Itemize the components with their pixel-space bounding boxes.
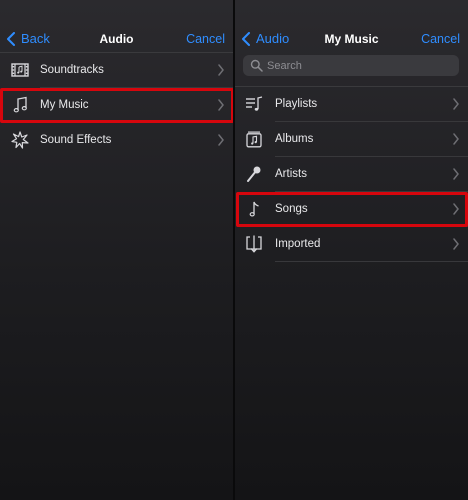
- chevron-right-icon: [218, 134, 224, 146]
- list-item-label: Imported: [275, 238, 321, 250]
- film-strip-icon: [11, 63, 29, 77]
- cancel-button[interactable]: Cancel: [186, 32, 225, 46]
- chevron-right-icon: [453, 98, 459, 110]
- chevron-left-icon: [7, 31, 15, 46]
- list-item-songs[interactable]: Songs: [235, 192, 468, 227]
- music-note-icon: [249, 201, 259, 217]
- chevron-right-icon: [453, 133, 459, 145]
- list-item-sound-effects[interactable]: Sound Effects: [0, 123, 233, 158]
- chevron-right-icon: [218, 99, 224, 111]
- list-item-soundtracks[interactable]: Soundtracks: [0, 53, 233, 88]
- chevron-right-icon: [453, 238, 459, 250]
- chevron-left-icon: [242, 31, 250, 46]
- list-item-my-music[interactable]: My Music: [0, 88, 233, 123]
- search-input[interactable]: [267, 57, 447, 74]
- music-note-icon: [13, 96, 27, 113]
- list-item-label: My Music: [40, 99, 89, 111]
- my-music-navbar: Audio My Music Cancel: [235, 0, 468, 87]
- back-button[interactable]: Back: [5, 31, 50, 46]
- burst-icon: [11, 131, 29, 149]
- microphone-icon: [247, 166, 261, 182]
- chevron-right-icon: [453, 203, 459, 215]
- list-item-label: Songs: [275, 203, 308, 215]
- cancel-button[interactable]: Cancel: [421, 32, 460, 46]
- list-item-albums[interactable]: Albums: [235, 122, 468, 157]
- divider: [275, 261, 468, 262]
- list-item-label: Soundtracks: [40, 64, 104, 76]
- list-item-playlists[interactable]: Playlists: [235, 87, 468, 122]
- list-item-label: Artists: [275, 168, 307, 180]
- import-icon: [246, 235, 262, 253]
- list-item-label: Albums: [275, 133, 314, 145]
- chevron-right-icon: [453, 168, 459, 180]
- search-icon: [250, 59, 263, 72]
- back-label: Audio: [256, 31, 290, 46]
- my-music-panel: Audio My Music Cancel Playlists Albums: [235, 0, 468, 500]
- list-item-imported[interactable]: Imported: [235, 227, 468, 262]
- list-item-artists[interactable]: Artists: [235, 157, 468, 192]
- back-button[interactable]: Audio: [240, 31, 289, 46]
- list-item-label: Sound Effects: [40, 134, 112, 146]
- back-label: Back: [21, 31, 50, 46]
- search-bar[interactable]: [243, 55, 459, 76]
- audio-panel: Back Audio Cancel Soundtracks My Music S…: [0, 0, 234, 500]
- chevron-right-icon: [218, 64, 224, 76]
- audio-navbar: Back Audio Cancel: [0, 0, 233, 53]
- album-icon: [246, 131, 262, 148]
- playlist-icon: [246, 96, 263, 111]
- list-item-label: Playlists: [275, 98, 318, 110]
